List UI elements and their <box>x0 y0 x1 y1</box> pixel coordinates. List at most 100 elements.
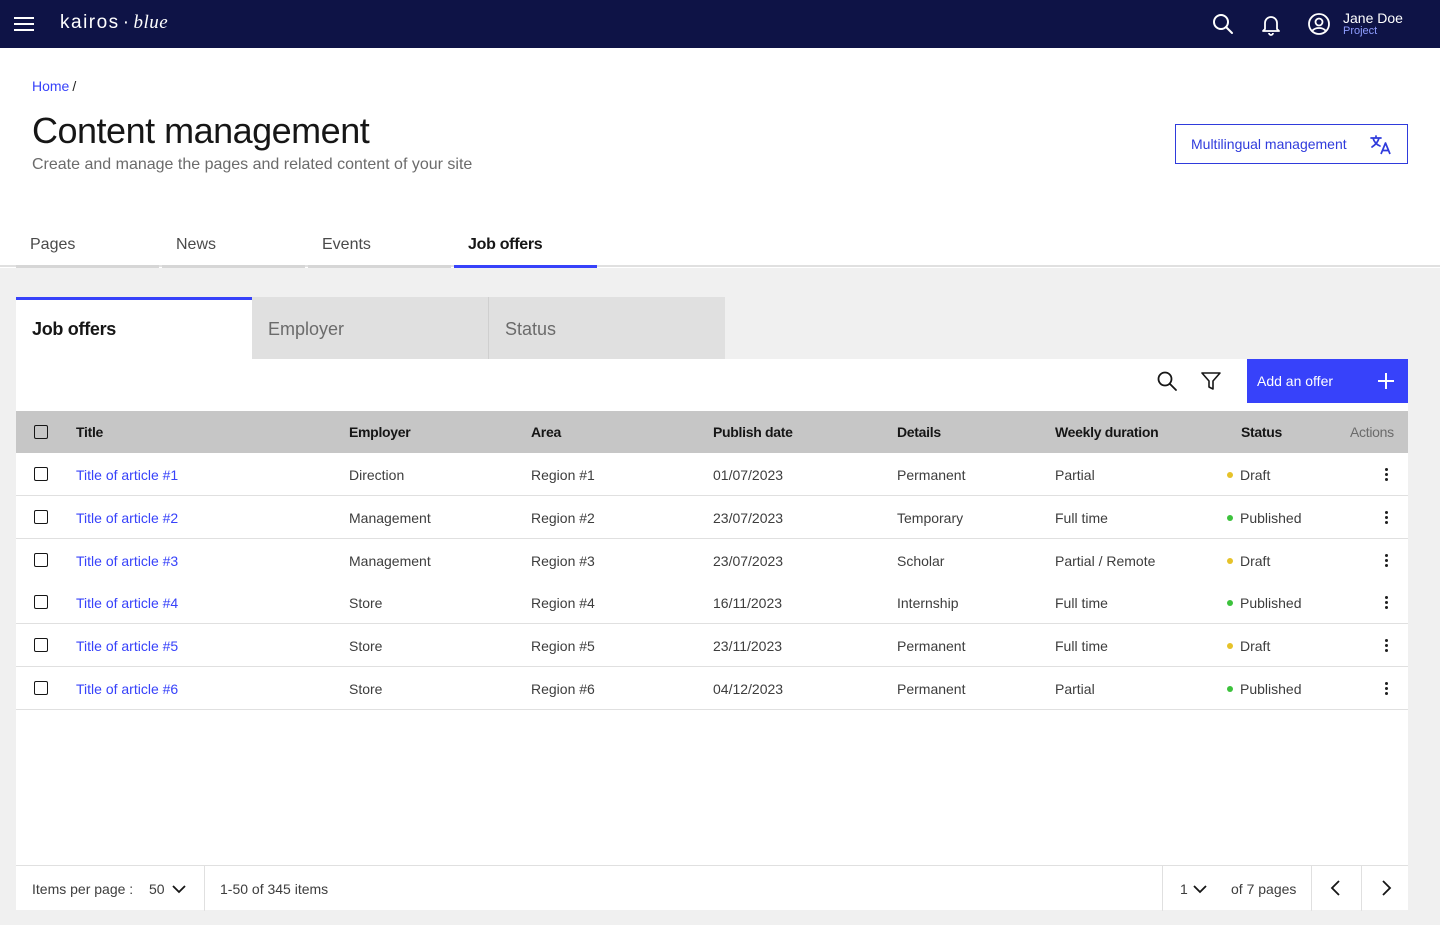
tab-job-offers[interactable]: Job offers <box>454 220 597 268</box>
publish-date-cell: 04/12/2023 <box>713 681 784 697</box>
status-dot-icon <box>1227 558 1233 565</box>
search-icon[interactable] <box>1211 12 1235 36</box>
column-header-area[interactable]: Area <box>531 424 561 440</box>
footer-divider <box>1361 866 1362 911</box>
row-checkbox[interactable] <box>34 467 48 481</box>
row-actions-kebab-icon[interactable] <box>1382 637 1390 653</box>
footer-divider <box>1311 866 1312 911</box>
row-actions-kebab-icon[interactable] <box>1382 509 1390 525</box>
details-cell: Permanent <box>897 681 966 697</box>
tab-events-label: Events <box>322 236 371 253</box>
subtab-status-label: Status <box>505 319 557 339</box>
status-dot-icon <box>1227 472 1233 479</box>
weekly-duration-cell: Full time <box>1055 510 1108 526</box>
breadcrumb-home-link[interactable]: Home <box>32 78 69 94</box>
article-title-link[interactable]: Title of article #4 <box>76 595 178 611</box>
status-label: Published <box>1240 595 1302 611</box>
column-header-status[interactable]: Status <box>1241 424 1282 440</box>
row-actions-kebab-icon[interactable] <box>1382 552 1390 568</box>
subtab-employer-label: Employer <box>268 319 345 339</box>
article-title-link[interactable]: Title of article #3 <box>76 553 178 569</box>
current-page-value: 1 <box>1180 881 1188 897</box>
tab-job-offers-label: Job offers <box>468 236 543 253</box>
weekly-duration-cell: Partial / Remote <box>1055 553 1156 569</box>
weekly-duration-cell: Full time <box>1055 638 1108 654</box>
column-header-title[interactable]: Title <box>76 424 103 440</box>
table-header: Title Employer Area Publish date Details… <box>16 411 1408 453</box>
row-actions-kebab-icon[interactable] <box>1382 466 1390 482</box>
area-cell: Region #3 <box>531 553 595 569</box>
employer-cell: Store <box>349 638 383 654</box>
subtab-status[interactable]: Status <box>489 297 725 359</box>
article-title-link[interactable]: Title of article #5 <box>76 638 178 654</box>
breadcrumb-separator: / <box>72 78 77 94</box>
multilingual-management-button[interactable]: Multilingual management <box>1175 124 1408 164</box>
total-pages-label: of 7 pages <box>1231 881 1297 897</box>
weekly-duration-cell: Partial <box>1055 681 1095 697</box>
details-cell: Temporary <box>897 510 964 526</box>
employer-cell: Store <box>349 681 383 697</box>
table-search-icon[interactable] <box>1156 370 1178 392</box>
publish-date-cell: 16/11/2023 <box>713 595 783 611</box>
employer-cell: Management <box>349 553 431 569</box>
hamburger-menu-icon[interactable] <box>14 14 34 34</box>
details-cell: Permanent <box>897 467 966 483</box>
select-all-checkbox[interactable] <box>34 425 48 439</box>
app-logo[interactable]: kairos · blue <box>60 12 168 34</box>
row-actions-kebab-icon[interactable] <box>1382 594 1390 610</box>
row-checkbox[interactable] <box>34 595 48 609</box>
row-actions-kebab-icon[interactable] <box>1382 680 1390 696</box>
chevron-left-icon <box>1328 880 1344 900</box>
filter-icon[interactable] <box>1200 370 1222 392</box>
user-circle-icon[interactable] <box>1307 12 1331 36</box>
column-header-publish-date[interactable]: Publish date <box>713 424 793 440</box>
status-label: Draft <box>1240 467 1271 483</box>
article-title-link[interactable]: Title of article #1 <box>76 467 178 483</box>
column-header-employer[interactable]: Employer <box>349 424 411 440</box>
column-header-weekly-duration[interactable]: Weekly duration <box>1055 424 1159 440</box>
tab-news-label: News <box>176 236 217 253</box>
items-per-page-select[interactable]: 50 <box>149 881 186 897</box>
multilingual-management-label: Multilingual management <box>1191 136 1347 152</box>
article-title-link[interactable]: Title of article #6 <box>76 681 178 697</box>
publish-date-cell: 01/07/2023 <box>713 467 784 483</box>
items-range: 1-50 of 345 items <box>220 881 329 897</box>
details-cell: Internship <box>897 595 959 611</box>
publish-date-cell: 23/07/2023 <box>713 510 784 526</box>
user-role: Project <box>1343 25 1378 37</box>
details-cell: Scholar <box>897 553 945 569</box>
area-cell: Region #6 <box>531 681 595 697</box>
status-dot-icon <box>1227 686 1233 693</box>
previous-page-button[interactable] <box>1328 879 1344 900</box>
footer-divider <box>1162 866 1163 911</box>
status-label: Draft <box>1240 553 1271 569</box>
bell-icon[interactable] <box>1259 12 1283 36</box>
row-checkbox[interactable] <box>34 638 48 652</box>
status-label: Draft <box>1240 638 1271 654</box>
page-subtitle: Create and manage the pages and related … <box>32 156 473 173</box>
area-cell: Region #5 <box>531 638 595 654</box>
tab-news[interactable]: News <box>162 220 305 268</box>
user-name[interactable]: Jane Doe <box>1343 10 1403 26</box>
logo-brand: kairos <box>60 12 120 33</box>
area-cell: Region #2 <box>531 510 595 526</box>
next-page-button[interactable] <box>1378 879 1394 900</box>
column-header-details[interactable]: Details <box>897 424 941 440</box>
row-checkbox[interactable] <box>34 510 48 524</box>
page-select[interactable]: 1 <box>1180 881 1207 897</box>
article-title-link[interactable]: Title of article #2 <box>76 510 178 526</box>
tab-events[interactable]: Events <box>308 220 451 268</box>
subtab-job-offers[interactable]: Job offers <box>16 297 252 359</box>
details-cell: Permanent <box>897 638 966 654</box>
subtab-job-offers-label: Job offers <box>32 319 117 339</box>
status-dot-icon <box>1227 643 1233 650</box>
tab-pages-label: Pages <box>30 236 76 253</box>
row-checkbox[interactable] <box>34 553 48 567</box>
pagination-bar: Items per page : 50 1-50 of 345 items 1 … <box>16 865 1408 911</box>
add-offer-button[interactable]: Add an offer <box>1247 359 1408 403</box>
items-per-page-value: 50 <box>149 881 165 897</box>
row-checkbox[interactable] <box>34 681 48 695</box>
subtab-employer[interactable]: Employer <box>252 297 488 359</box>
weekly-duration-cell: Partial <box>1055 467 1095 483</box>
tab-pages[interactable]: Pages <box>16 220 159 268</box>
